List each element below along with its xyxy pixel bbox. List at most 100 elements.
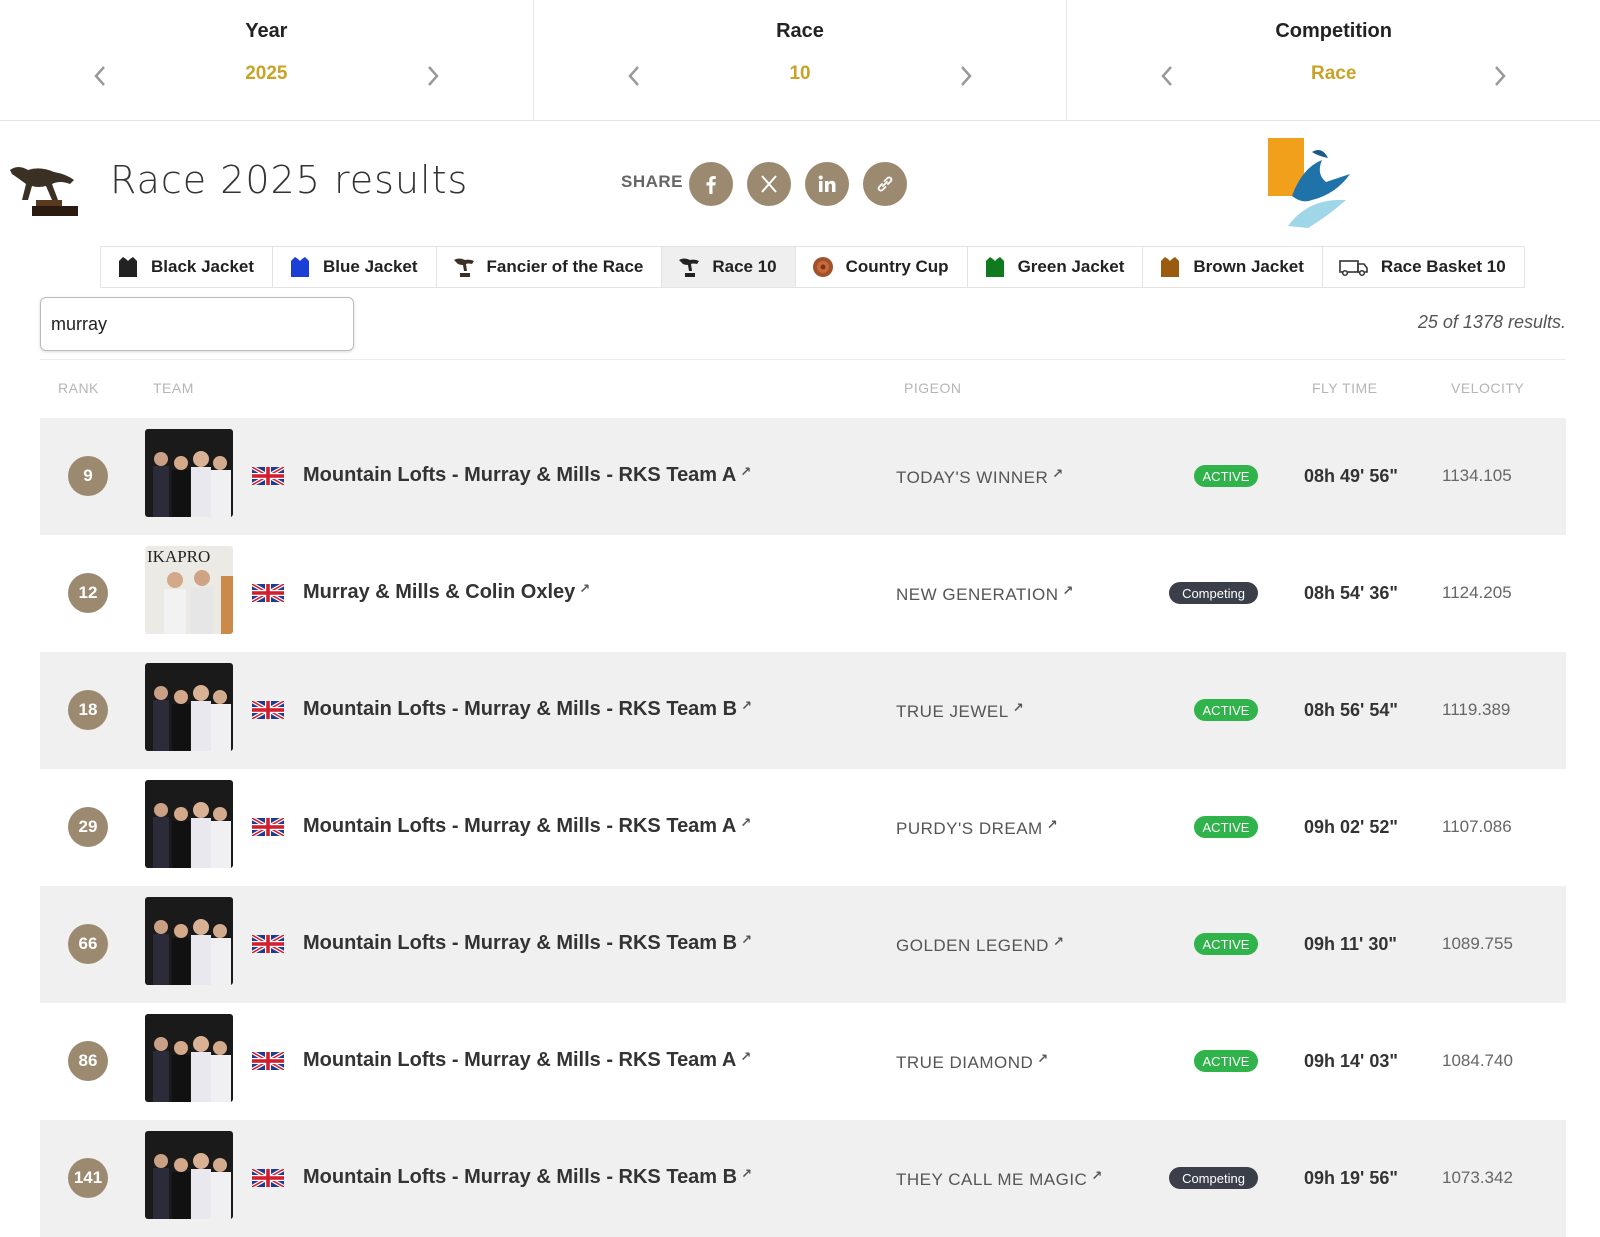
column-header-fly-time: FLY TIME bbox=[1312, 380, 1378, 396]
trophy-icon bbox=[678, 255, 700, 279]
black-jacket-icon bbox=[117, 255, 139, 279]
pigeon-name-link[interactable]: TRUE JEWEL ↗ bbox=[896, 700, 1024, 722]
team-photo bbox=[145, 1014, 233, 1102]
pigeon-name: THEY CALL ME MAGIC bbox=[896, 1170, 1088, 1189]
tab-fancier-of-the-race[interactable]: Fancier of the Race bbox=[436, 247, 663, 287]
team-name-link[interactable]: Mountain Lofts - Murray & Mills - RKS Te… bbox=[303, 464, 751, 487]
race-selector: Race 10 bbox=[534, 0, 1068, 120]
external-link-icon: ↗ bbox=[1052, 934, 1065, 949]
team-name-link[interactable]: Mountain Lofts - Murray & Mills - RKS Te… bbox=[303, 815, 751, 838]
blue-jacket-icon bbox=[289, 255, 311, 279]
divider bbox=[40, 359, 1566, 360]
column-header-velocity: VELOCITY bbox=[1451, 380, 1525, 396]
pigeon-name-link[interactable]: GOLDEN LEGEND ↗ bbox=[896, 934, 1064, 956]
rank-badge: 29 bbox=[68, 807, 108, 847]
pigeon-name-link[interactable]: PURDY'S DREAM ↗ bbox=[896, 817, 1058, 839]
status-badge: ACTIVE bbox=[1194, 816, 1258, 838]
race-selector-title: Race bbox=[776, 20, 824, 42]
external-link-icon: ↗ bbox=[1052, 466, 1064, 481]
pigeon-name-link[interactable]: THEY CALL ME MAGIC ↗ bbox=[896, 1168, 1103, 1190]
race-next-chevron-right-icon[interactable] bbox=[954, 62, 978, 90]
svg-text:IKAPRO: IKAPRO bbox=[147, 547, 210, 566]
team-name: Mountain Lofts - Murray & Mills - RKS Te… bbox=[303, 815, 737, 837]
pigeon-name: GOLDEN LEGEND bbox=[896, 936, 1049, 955]
external-link-icon: ↗ bbox=[740, 815, 752, 830]
truck-icon bbox=[1339, 255, 1369, 279]
team-name-link[interactable]: Mountain Lofts - Murray & Mills - RKS Te… bbox=[303, 1166, 752, 1189]
search-input[interactable] bbox=[40, 297, 354, 351]
rank-badge: 12 bbox=[68, 573, 108, 613]
tab-race-10-label: Race 10 bbox=[712, 257, 777, 276]
external-link-icon: ↗ bbox=[741, 932, 752, 947]
status-badge: Competing bbox=[1169, 582, 1258, 604]
tab-brown-jacket[interactable]: Brown Jacket bbox=[1143, 247, 1323, 287]
external-link-icon: ↗ bbox=[579, 581, 591, 596]
year-selector-title: Year bbox=[245, 20, 288, 42]
external-link-icon: ↗ bbox=[741, 698, 752, 713]
pigeon-name: NEW GENERATION bbox=[896, 585, 1059, 604]
tab-green-jacket[interactable]: Green Jacket bbox=[967, 247, 1144, 287]
team-name-link[interactable]: Mountain Lofts - Murray & Mills - RKS Te… bbox=[303, 1049, 751, 1072]
fly-time: 08h 54' 36" bbox=[1304, 583, 1398, 603]
team-name: Mountain Lofts - Murray & Mills - RKS Te… bbox=[303, 932, 738, 954]
velocity: 1124.205 bbox=[1442, 583, 1512, 602]
results-table: 9 Mountain Lofts - Murray & Mills - RKS … bbox=[40, 418, 1566, 1237]
tab-country-cup[interactable]: Country Cup bbox=[795, 247, 968, 287]
uk-flag-icon bbox=[252, 701, 284, 719]
column-header-team: TEAM bbox=[153, 380, 194, 396]
velocity: 1084.740 bbox=[1442, 1051, 1513, 1070]
table-row[interactable]: 9 Mountain Lofts - Murray & Mills - RKS … bbox=[40, 418, 1566, 535]
tab-race-10[interactable]: Race 10 bbox=[662, 247, 796, 287]
team-photo bbox=[145, 663, 233, 751]
rank-badge: 66 bbox=[68, 924, 108, 964]
team-name-link[interactable]: Mountain Lofts - Murray & Mills - RKS Te… bbox=[303, 932, 752, 955]
facebook-icon[interactable] bbox=[689, 162, 733, 206]
table-row[interactable]: 86 Mountain Lofts - Murray & Mills - RKS… bbox=[40, 1003, 1566, 1120]
green-jacket-icon bbox=[984, 255, 1006, 279]
share-label: SHARE bbox=[621, 172, 684, 191]
x-icon[interactable] bbox=[747, 162, 791, 206]
table-row[interactable]: 29 Mountain Lofts - Murray & Mills - RKS… bbox=[40, 769, 1566, 886]
external-link-icon: ↗ bbox=[1062, 583, 1074, 598]
uk-flag-icon bbox=[252, 1052, 284, 1070]
page-title: Race 2025 results bbox=[110, 158, 469, 202]
table-row[interactable]: 141 Mountain Lofts - Murray & Mills - RK… bbox=[40, 1120, 1566, 1237]
pigeon-name: TRUE DIAMOND bbox=[896, 1053, 1034, 1072]
table-row[interactable]: 66 Mountain Lofts - Murray & Mills - RKS… bbox=[40, 886, 1566, 1003]
external-link-icon: ↗ bbox=[1091, 1168, 1103, 1183]
year-next-chevron-right-icon[interactable] bbox=[421, 62, 445, 90]
year-selector-value: 2025 bbox=[245, 63, 288, 84]
velocity: 1073.342 bbox=[1442, 1168, 1513, 1187]
table-row[interactable]: 18 Mountain Lofts - Murray & Mills - RKS… bbox=[40, 652, 1566, 769]
team-name: Mountain Lofts - Murray & Mills - RKS Te… bbox=[303, 1166, 738, 1188]
competition-tabs: Black Jacket Blue Jacket Fancier of the … bbox=[100, 246, 1525, 288]
fly-time: 09h 19' 56" bbox=[1304, 1168, 1398, 1188]
sponsor-logo bbox=[1268, 138, 1350, 228]
tab-black-jacket-label: Black Jacket bbox=[151, 257, 255, 276]
brown-jacket-icon bbox=[1159, 255, 1181, 279]
team-name: Murray & Mills & Colin Oxley bbox=[303, 581, 576, 603]
cup-icon bbox=[812, 255, 834, 279]
team-name-link[interactable]: Murray & Mills & Colin Oxley ↗ bbox=[303, 581, 590, 604]
pigeon-name-link[interactable]: TODAY'S WINNER ↗ bbox=[896, 466, 1064, 488]
link-icon[interactable] bbox=[863, 162, 907, 206]
fly-time: 08h 56' 54" bbox=[1304, 700, 1398, 720]
linkedin-icon[interactable] bbox=[805, 162, 849, 206]
fly-time: 09h 14' 03" bbox=[1304, 1051, 1398, 1071]
pigeon-name: TODAY'S WINNER bbox=[896, 468, 1049, 487]
external-link-icon: ↗ bbox=[1037, 1051, 1049, 1066]
pigeon-name-link[interactable]: NEW GENERATION ↗ bbox=[896, 583, 1074, 605]
pigeon-name-link[interactable]: TRUE DIAMOND ↗ bbox=[896, 1051, 1049, 1073]
tab-blue-jacket[interactable]: Blue Jacket bbox=[273, 247, 437, 287]
status-badge: ACTIVE bbox=[1194, 933, 1258, 955]
status-badge: Competing bbox=[1169, 1167, 1258, 1189]
table-row[interactable]: 12 IKAPRO Murray & Mills & Colin Oxley ↗ … bbox=[40, 535, 1566, 652]
team-photo bbox=[145, 780, 233, 868]
competition-selector: Competition Race bbox=[1067, 0, 1600, 120]
team-name-link[interactable]: Mountain Lofts - Murray & Mills - RKS Te… bbox=[303, 698, 752, 721]
tab-race-basket-10[interactable]: Race Basket 10 bbox=[1322, 247, 1524, 287]
tab-black-jacket[interactable]: Black Jacket bbox=[101, 247, 274, 287]
external-link-icon: ↗ bbox=[740, 1049, 752, 1064]
team-photo bbox=[145, 897, 233, 985]
competition-next-chevron-right-icon[interactable] bbox=[1488, 62, 1512, 90]
